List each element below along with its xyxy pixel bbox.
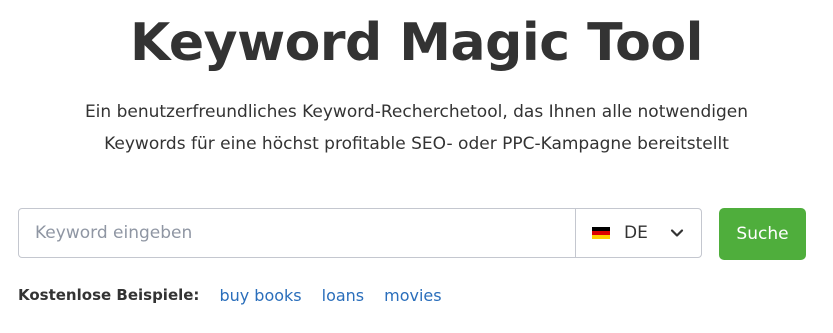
germany-flag-icon — [592, 227, 610, 239]
search-box: DE — [18, 208, 702, 258]
subtitle-line-1: Ein benutzerfreundliches Keyword-Recherc… — [84, 102, 749, 122]
chevron-down-icon — [670, 229, 684, 237]
page-subtitle: Ein benutzerfreundliches Keyword-Recherc… — [0, 96, 833, 160]
country-select[interactable]: DE — [575, 209, 701, 257]
subtitle-line-2: Keywords für eine höchst profitable SEO-… — [104, 134, 729, 154]
search-row: DE Suche — [18, 208, 806, 260]
example-link-buy-books[interactable]: buy books — [219, 286, 301, 305]
example-link-loans[interactable]: loans — [322, 286, 365, 305]
keyword-input[interactable] — [19, 209, 575, 257]
example-link-movies[interactable]: movies — [384, 286, 441, 305]
page-title: Keyword Magic Tool — [130, 13, 703, 73]
country-code: DE — [624, 223, 648, 243]
examples-row: Kostenlose Beispiele: buy books loans mo… — [18, 283, 462, 307]
search-button[interactable]: Suche — [719, 208, 806, 260]
examples-label: Kostenlose Beispiele: — [18, 286, 200, 304]
